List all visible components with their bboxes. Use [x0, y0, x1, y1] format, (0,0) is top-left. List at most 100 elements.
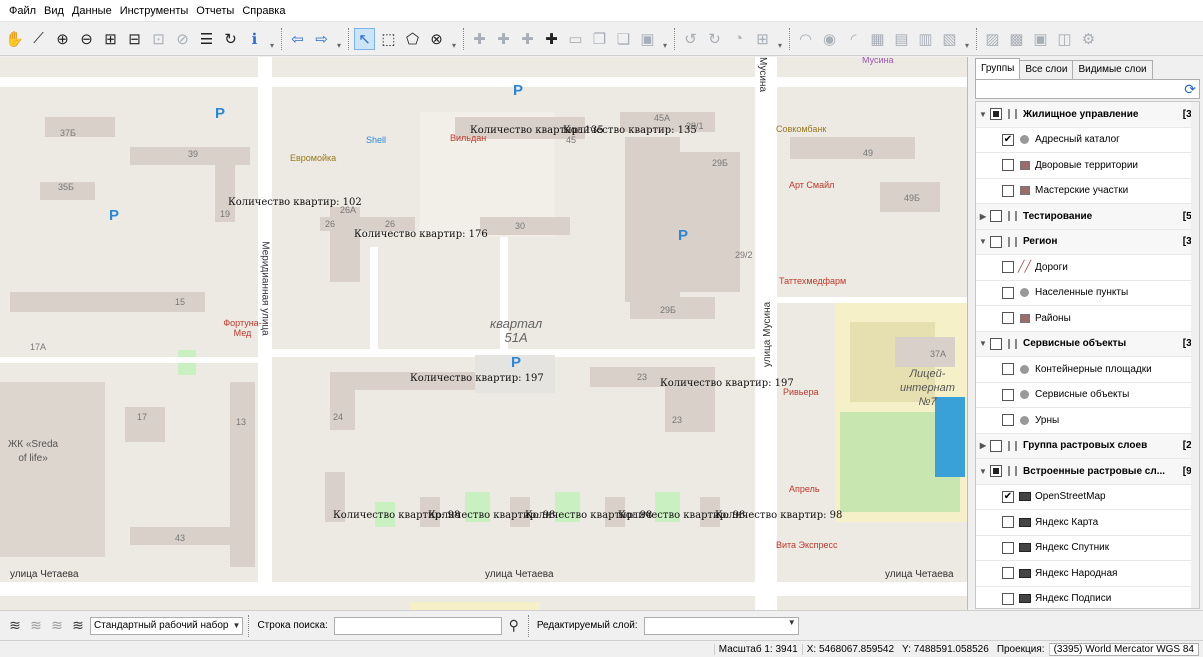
projection-select[interactable]: (3395) World Mercator WGS 84	[1048, 642, 1199, 656]
snap-icon[interactable]: ◠	[795, 28, 816, 50]
layer-checkbox[interactable]	[1002, 184, 1014, 197]
layer-row[interactable]: Яндекс Народная	[976, 561, 1199, 587]
layer-row[interactable]: Урны	[976, 408, 1199, 434]
zoom-layer-icon[interactable]: ⊟	[124, 28, 145, 50]
layer-group-row[interactable]: ▼ Встроенные растровые сл... [9]	[976, 459, 1199, 485]
layer-row[interactable]: ✔ OpenStreetMap	[976, 485, 1199, 510]
forward-arrow-icon[interactable]: ⇨	[311, 28, 332, 50]
workset-select[interactable]: Стандартный рабочий набор ▼	[90, 616, 244, 635]
layer-group-row[interactable]: ▶ Тестирование [5]	[976, 204, 1199, 230]
tab-groups[interactable]: Группы	[975, 58, 1021, 79]
zoom-in-icon[interactable]: ⊕	[52, 28, 73, 50]
menu-item[interactable]: Инструменты	[116, 5, 193, 17]
refresh-icon[interactable]: ⟳	[1184, 81, 1196, 98]
layer-checkbox[interactable]	[1002, 541, 1014, 554]
binoculars-icon[interactable]: ⚲	[505, 617, 523, 634]
hand-pan-icon[interactable]: ✋	[4, 28, 25, 50]
chevron-right-icon[interactable]: ▶	[976, 212, 990, 221]
rotate-right-icon[interactable]: ↻	[704, 28, 725, 50]
zoom-selected-icon[interactable]: ⊡	[148, 28, 169, 50]
zoom-extent-icon[interactable]: ⊞	[100, 28, 121, 50]
save-icon[interactable]: ▣	[1030, 28, 1051, 50]
grid-icon[interactable]: ▦	[867, 28, 888, 50]
select-rect-icon[interactable]: ⬚	[378, 28, 399, 50]
layer-row[interactable]: Яндекс Спутник	[976, 536, 1199, 561]
merge-icon[interactable]: ⊞	[752, 28, 773, 50]
layer-checkbox[interactable]	[1002, 516, 1014, 529]
zoom-out-icon[interactable]: ⊖	[76, 28, 97, 50]
add-object-icon[interactable]: ✚	[541, 28, 562, 50]
toolbar-overflow-icon[interactable]: ▾	[963, 28, 971, 50]
info-icon[interactable]: ℹ	[244, 28, 265, 50]
zoom-prev-icon[interactable]: ⊘	[172, 28, 193, 50]
layers-remove-icon[interactable]: ≋	[48, 617, 66, 634]
clear-selection-icon[interactable]: ⊗	[426, 28, 447, 50]
layer-row[interactable]: Районы	[976, 306, 1199, 332]
chevron-down-icon[interactable]: ▼	[976, 110, 990, 119]
tab-all-layers[interactable]: Все слои	[1019, 60, 1074, 79]
circle-icon[interactable]: ◉	[819, 28, 840, 50]
split-icon[interactable]: ◔	[728, 28, 749, 50]
layer-row[interactable]: Яндекс Подписи	[976, 587, 1199, 609]
layer-checkbox[interactable]	[1002, 286, 1014, 299]
copy-icon[interactable]: ❐	[589, 28, 610, 50]
layer-row[interactable]: Сервисные объекты	[976, 383, 1199, 408]
toolbar-overflow-icon[interactable]: ▾	[776, 28, 784, 50]
columns-icon[interactable]: ▥	[915, 28, 936, 50]
layer-checkbox[interactable]	[1002, 388, 1014, 401]
layer-row[interactable]: Контейнерные площадки	[976, 357, 1199, 383]
chevron-down-icon[interactable]: ▼	[976, 467, 990, 476]
layer-checkbox[interactable]	[1002, 414, 1014, 427]
delete-icon[interactable]: ▣	[637, 28, 658, 50]
layer-row[interactable]: Населенные пункты	[976, 281, 1199, 306]
report-icon[interactable]: ▧	[939, 28, 960, 50]
ruler-icon[interactable]: ⟋	[28, 28, 49, 50]
layers-set-icon[interactable]: ≋	[6, 617, 24, 634]
arc-icon[interactable]: ◜	[843, 28, 864, 50]
rotate-left-icon[interactable]: ↺	[680, 28, 701, 50]
toolbar-overflow-icon[interactable]: ▾	[661, 28, 669, 50]
layer-checkbox[interactable]	[990, 337, 1002, 350]
layer-checkbox[interactable]	[990, 235, 1002, 248]
search-input[interactable]	[333, 616, 502, 635]
settings-icon[interactable]: ⚙	[1078, 28, 1099, 50]
tab-visible-layers[interactable]: Видимые слои	[1072, 60, 1153, 79]
menu-item[interactable]: Вид	[40, 5, 68, 17]
chevron-down-icon[interactable]: ▼	[976, 237, 990, 246]
toolbar-overflow-icon[interactable]: ▾	[268, 28, 276, 50]
toolbar-overflow-icon[interactable]: ▾	[450, 28, 458, 50]
layer-filter-input[interactable]: ⟳	[975, 79, 1200, 99]
layer-checkbox[interactable]	[1002, 592, 1014, 605]
table-icon[interactable]: ▤	[891, 28, 912, 50]
layer-checkbox[interactable]	[1002, 363, 1014, 376]
add-polygon-icon[interactable]: ✚	[517, 28, 538, 50]
menu-item[interactable]: Файл	[5, 5, 40, 17]
select-polygon-icon[interactable]: ⬠	[402, 28, 423, 50]
paste-icon[interactable]: ❏	[613, 28, 634, 50]
export-icon[interactable]: ▩	[1006, 28, 1027, 50]
layer-checkbox[interactable]: ✔	[1002, 490, 1014, 503]
refresh-icon[interactable]: ↻	[220, 28, 241, 50]
layer-checkbox[interactable]	[990, 465, 1002, 478]
layers-add-icon[interactable]: ≋	[27, 617, 45, 634]
add-line-icon[interactable]: ✚	[493, 28, 514, 50]
print-icon[interactable]: ▨	[982, 28, 1003, 50]
chevron-right-icon[interactable]: ▶	[976, 441, 990, 450]
layer-group-row[interactable]: ▶ Группа растровых слоев [2]	[976, 433, 1199, 459]
layer-row[interactable]: Дворовые территории	[976, 153, 1199, 179]
layer-row[interactable]: Яндекс Карта	[976, 510, 1199, 536]
menu-item[interactable]: Данные	[68, 5, 116, 17]
layer-row[interactable]: ╱╱ Дороги	[976, 255, 1199, 281]
layer-checkbox[interactable]	[1002, 159, 1014, 172]
layer-tree-scrollbar[interactable]	[1191, 102, 1199, 608]
layer-checkbox[interactable]	[990, 108, 1002, 121]
layer-checkbox[interactable]	[1002, 312, 1014, 325]
menu-item[interactable]: Справка	[238, 5, 289, 17]
layer-checkbox[interactable]: ✔	[1002, 133, 1014, 146]
toolbar-overflow-icon[interactable]: ▾	[335, 28, 343, 50]
layer-checkbox[interactable]	[990, 439, 1002, 452]
layer-group-row[interactable]: ▼ Регион [3]	[976, 229, 1199, 255]
edit-icon[interactable]: ▭	[565, 28, 586, 50]
add-point-icon[interactable]: ✚	[469, 28, 490, 50]
layer-row[interactable]: Мастерские участки	[976, 179, 1199, 204]
